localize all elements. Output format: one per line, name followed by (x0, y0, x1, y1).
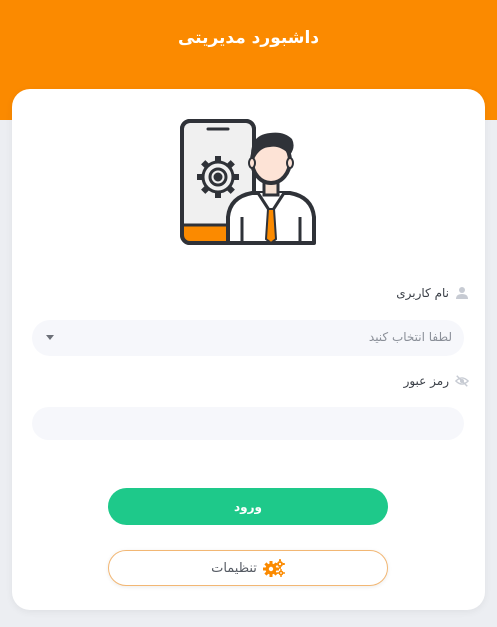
eye-slash-icon[interactable] (455, 374, 469, 388)
admin-phone-gear-icon (180, 119, 316, 245)
username-label: نام کاربری (396, 286, 469, 300)
chevron-down-icon (46, 335, 54, 340)
login-screen: داشبورد مدیریتی نام کاربری لطفا انتخاب ک… (0, 0, 497, 627)
login-button[interactable]: ورود (108, 488, 388, 525)
password-label: رمز عبور (404, 374, 469, 388)
gears-icon (262, 559, 285, 577)
login-card: نام کاربری لطفا انتخاب کنید رمز عبور ورو… (12, 89, 485, 610)
page-title: داشبورد مدیریتی (177, 28, 320, 48)
username-label-text: نام کاربری (396, 286, 449, 300)
username-select[interactable]: لطفا انتخاب کنید (32, 320, 464, 356)
password-label-text: رمز عبور (403, 374, 449, 388)
settings-button-label: تنظیمات (211, 560, 257, 576)
username-select-placeholder: لطفا انتخاب کنید (368, 330, 452, 344)
user-icon (455, 286, 469, 300)
settings-button[interactable]: تنظیمات (108, 550, 388, 586)
password-input[interactable] (32, 407, 464, 440)
